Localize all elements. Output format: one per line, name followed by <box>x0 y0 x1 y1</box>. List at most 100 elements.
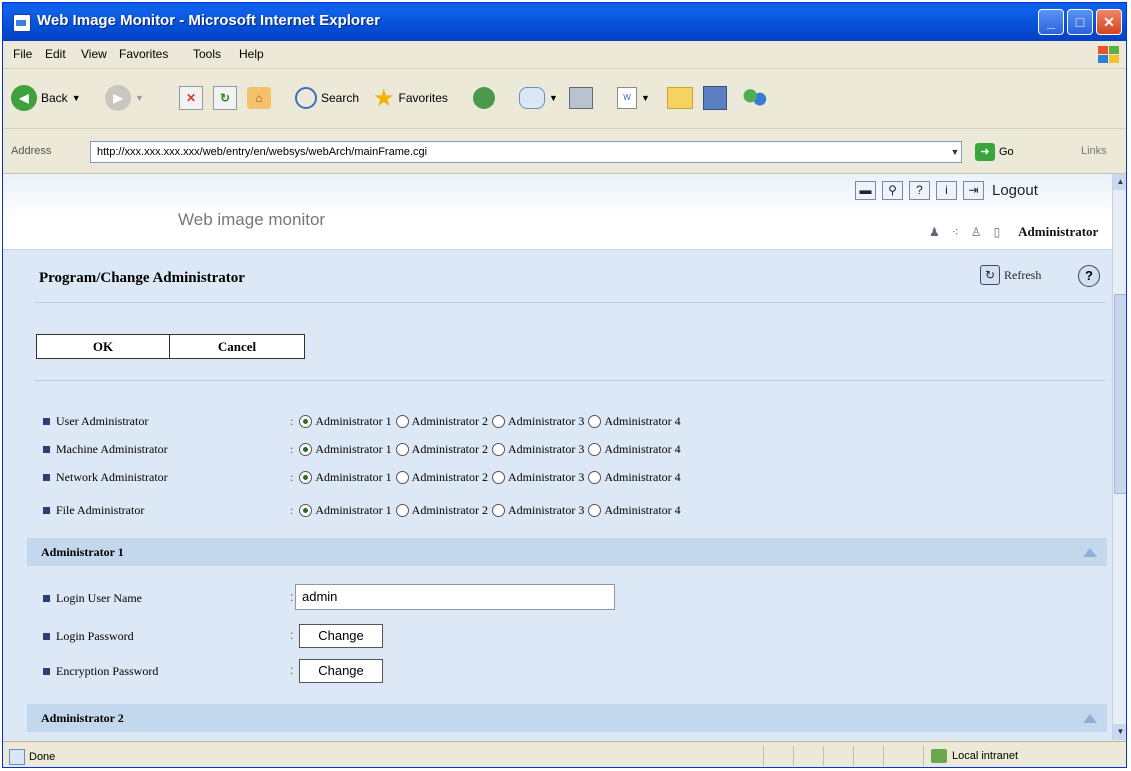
radio-option[interactable]: Administrator 1 <box>299 470 392 485</box>
search-button[interactable]: Search <box>295 83 359 113</box>
cancel-button[interactable]: Cancel <box>169 334 305 359</box>
radio-option[interactable]: Administrator 2 <box>395 470 488 485</box>
folder-icon <box>667 87 693 109</box>
menu-bar: File Edit View Favorites Tools Help <box>3 41 1126 69</box>
menu-help[interactable]: Help <box>239 47 264 61</box>
ok-button[interactable]: OK <box>36 334 170 359</box>
print-icon <box>569 87 593 109</box>
history-button[interactable] <box>473 83 495 113</box>
bullet-icon <box>43 417 50 425</box>
info-icon[interactable]: i <box>936 181 957 200</box>
research-button[interactable] <box>703 83 727 113</box>
address-dropdown-icon[interactable]: ▼ <box>948 142 962 162</box>
radio-option[interactable]: Administrator 4 <box>588 442 681 457</box>
refresh-browser-button[interactable]: ↻ <box>213 83 237 113</box>
mail-button[interactable]: ▼ <box>519 83 558 113</box>
radio-option[interactable]: Administrator 2 <box>395 442 488 457</box>
radio-option[interactable]: Administrator 4 <box>588 470 681 485</box>
status-divider <box>923 746 924 766</box>
favorites-button[interactable]: ★ Favorites <box>373 83 448 113</box>
back-button[interactable]: ◀ Back ▼ <box>11 83 81 113</box>
forward-arrow-icon: ▶ <box>105 85 131 111</box>
radio-option[interactable]: Administrator 3 <box>492 503 584 518</box>
minimize-button[interactable]: _ <box>1038 9 1064 35</box>
person-icon: ♙ <box>970 225 982 239</box>
change-encryption-password-button[interactable]: Change <box>299 659 383 683</box>
section-title: Administrator 1 <box>41 545 124 559</box>
status-divider <box>823 746 824 766</box>
section-title: Administrator 2 <box>41 711 124 725</box>
refresh-button[interactable]: ↻ Refresh <box>980 265 1041 285</box>
menu-file[interactable]: File <box>13 47 32 61</box>
role-radio-group: : Administrator 1 Administrator 2 Admini… <box>290 441 681 457</box>
login-user-name-input[interactable]: admin <box>295 584 615 610</box>
print-button[interactable] <box>569 83 593 113</box>
forward-button[interactable]: ▶ ▼ <box>105 83 144 113</box>
discuss-button[interactable] <box>667 83 693 113</box>
collapse-icon[interactable] <box>1083 714 1097 723</box>
radio-option[interactable]: Administrator 1 <box>299 414 392 429</box>
radio-option[interactable]: Administrator 3 <box>492 442 584 457</box>
windows-logo-icon <box>1096 44 1120 64</box>
logout-icon[interactable]: ⇥ <box>963 181 984 200</box>
mail-icon <box>519 87 545 109</box>
page-content: Web image monitor ▬ ⚲ ? i ⇥ Logout ♟ ⁖ ♙… <box>3 174 1112 740</box>
vertical-scrollbar[interactable]: ▲ ▼ <box>1112 174 1126 740</box>
page-icon <box>9 749 25 765</box>
radio-option[interactable]: Administrator 1 <box>299 503 392 518</box>
network-icon: ⁖ <box>951 225 959 239</box>
radio-option[interactable]: Administrator 1 <box>299 442 392 457</box>
radio-option[interactable]: Administrator 4 <box>588 414 681 429</box>
help-button[interactable]: ? <box>1078 265 1100 287</box>
menu-tools[interactable]: Tools <box>193 47 221 61</box>
home-button[interactable]: ⌂ <box>247 83 271 113</box>
go-button[interactable]: ➜ Go <box>975 141 1014 163</box>
address-input[interactable]: http://xxx.xxx.xxx.xxx/web/entry/en/webs… <box>90 141 962 163</box>
bullet-icon <box>43 473 50 481</box>
divider <box>35 380 1105 381</box>
radio-option[interactable]: Administrator 3 <box>492 414 584 429</box>
menu-favorites[interactable]: Favorites <box>119 47 168 61</box>
messenger-icon <box>743 87 767 109</box>
bullet-icon <box>43 445 50 453</box>
status-divider <box>883 746 884 766</box>
logout-link[interactable]: Logout <box>992 182 1038 199</box>
scroll-thumb[interactable] <box>1114 294 1126 494</box>
radio-option[interactable]: Administrator 2 <box>395 503 488 518</box>
role-radio-group: : Administrator 1 Administrator 2 Admini… <box>290 469 681 485</box>
help-icon[interactable]: ? <box>909 181 930 200</box>
refresh-icon: ↻ <box>213 86 237 110</box>
role-label-network: Network Administrator <box>43 468 168 486</box>
word-icon: W <box>617 87 637 109</box>
radio-option[interactable]: Administrator 3 <box>492 470 584 485</box>
radio-option[interactable]: Administrator 2 <box>395 414 488 429</box>
wim-header: Web image monitor ▬ ⚲ ? i ⇥ Logout ♟ ⁖ ♙… <box>3 174 1112 250</box>
keyboard-icon[interactable]: ▬ <box>855 181 876 200</box>
stop-icon: ✕ <box>179 86 203 110</box>
header-toolbar: ▬ ⚲ ? i ⇥ Logout <box>855 181 1038 200</box>
menu-view[interactable]: View <box>81 47 107 61</box>
role-label-machine: Machine Administrator <box>43 440 168 458</box>
collapse-icon[interactable] <box>1083 548 1097 557</box>
window-title: Web Image Monitor - Microsoft Internet E… <box>37 12 381 29</box>
radio-option[interactable]: Administrator 4 <box>588 503 681 518</box>
divider <box>35 302 1105 303</box>
maximize-button[interactable]: □ <box>1067 9 1093 35</box>
section-header-admin1[interactable]: Administrator 1 <box>27 538 1107 566</box>
section-header-admin2[interactable]: Administrator 2 <box>27 704 1107 732</box>
back-label: Back <box>41 91 68 105</box>
change-login-password-button[interactable]: Change <box>299 624 383 648</box>
stop-button[interactable]: ✕ <box>179 83 203 113</box>
search-icon[interactable]: ⚲ <box>882 181 903 200</box>
menu-edit[interactable]: Edit <box>45 47 66 61</box>
user-mode-label: Administrator <box>1018 224 1099 239</box>
messenger-button[interactable] <box>743 83 767 113</box>
scroll-up-icon[interactable]: ▲ <box>1113 174 1126 190</box>
links-button[interactable]: Links <box>1081 145 1107 157</box>
page-title: Program/Change Administrator <box>39 270 245 286</box>
close-button[interactable]: ✕ <box>1096 9 1122 35</box>
bullet-icon <box>43 594 50 602</box>
scroll-down-icon[interactable]: ▼ <box>1113 724 1126 740</box>
edit-button[interactable]: W ▼ <box>617 83 650 113</box>
history-icon <box>473 87 495 109</box>
